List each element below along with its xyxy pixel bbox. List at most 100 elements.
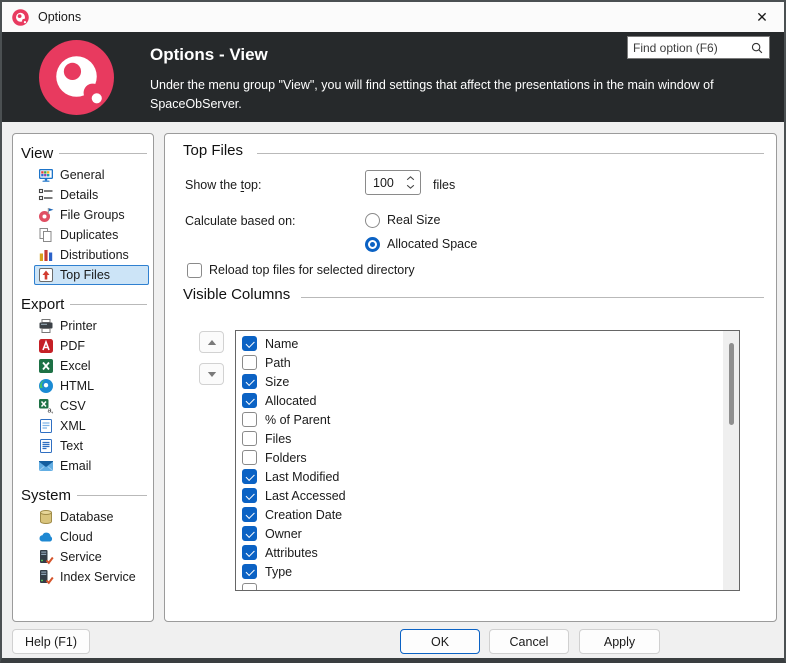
reload-top-files-checkbox[interactable]: Reload top files for selected directory <box>187 262 415 278</box>
details-list-icon <box>38 187 54 203</box>
options-dialog: Options ✕ Options - View Under the menu … <box>0 0 786 663</box>
sidebar-item-label: Email <box>60 459 91 473</box>
help-button[interactable]: Help (F1) <box>12 629 90 654</box>
column-label: Files <box>265 432 291 446</box>
calculate-radio-group: Real Size Allocated Space <box>365 211 477 253</box>
sidebar-item-email[interactable]: Email <box>34 456 149 476</box>
sidebar-item-details[interactable]: Details <box>34 185 149 205</box>
column-label: Last Accessed <box>265 489 346 503</box>
column-label: Owner <box>265 527 302 541</box>
column-row--of-parent[interactable]: % of Parent <box>242 410 739 429</box>
sidebar-item-html[interactable]: HTML <box>34 376 149 396</box>
excel-icon <box>38 358 54 374</box>
checkbox-icon <box>187 263 202 278</box>
checkbox-icon <box>242 355 257 370</box>
find-option-input[interactable] <box>628 41 750 55</box>
sidebar-item-general[interactable]: General <box>34 165 149 185</box>
sidebar-item-top-files[interactable]: Top Files <box>34 265 149 285</box>
sidebar-group-header: System <box>21 485 149 506</box>
radio-allocated-space[interactable]: Allocated Space <box>365 235 477 253</box>
search-icon[interactable] <box>750 41 764 55</box>
checkbox-icon <box>242 545 257 560</box>
column-label: Size <box>265 375 289 389</box>
checkbox-label: Reload top files for selected directory <box>209 263 415 277</box>
service-check-icon <box>38 549 54 565</box>
radio-real-size[interactable]: Real Size <box>365 211 477 229</box>
column-row-path[interactable]: Path <box>242 353 739 372</box>
index-service-check-icon <box>38 569 54 585</box>
sidebar-item-text[interactable]: Text <box>34 436 149 456</box>
sidebar-item-label: Excel <box>60 359 91 373</box>
checkbox-icon <box>242 393 257 408</box>
column-row-owner[interactable]: Owner <box>242 524 739 543</box>
sidebar-item-xml[interactable]: XML <box>34 416 149 436</box>
sidebar-item-label: PDF <box>60 339 85 353</box>
printer-icon <box>38 318 54 334</box>
column-row-name[interactable]: Name <box>242 334 739 353</box>
dialog-body: ViewGeneralDetailsFile GroupsDuplicatesD… <box>2 122 784 658</box>
triangle-up-icon <box>207 339 217 346</box>
checkbox-icon <box>242 526 257 541</box>
sidebar-item-csv[interactable]: a, CSV <box>34 396 149 416</box>
section-divider <box>257 153 764 154</box>
column-row-folders[interactable]: Folders <box>242 448 739 467</box>
ok-button[interactable]: OK <box>400 629 480 654</box>
sidebar-item-label: HTML <box>60 379 94 393</box>
sidebar-item-pdf[interactable]: PDF <box>34 336 149 356</box>
sidebar-item-file-groups[interactable]: File Groups <box>34 205 149 225</box>
sidebar-item-label: Duplicates <box>60 228 118 242</box>
visible-columns-list: NamePath Size Allocated % of Parent Files Fol… <box>235 330 740 591</box>
column-row-attributes[interactable]: Attributes <box>242 543 739 562</box>
sidebar-item-index-service[interactable]: Index Service <box>34 567 149 587</box>
column-label: Type <box>265 565 292 579</box>
group-divider-line <box>77 495 147 496</box>
sidebar-item-excel[interactable]: Excel <box>34 356 149 376</box>
move-column-down-button[interactable] <box>199 363 224 385</box>
move-column-up-button[interactable] <box>199 331 224 353</box>
column-row-last-modified[interactable]: Last Modified <box>242 467 739 486</box>
settings-panel: Top Files Show the top: 100 files Calcul… <box>164 133 777 622</box>
checkbox-icon <box>242 374 257 389</box>
close-icon[interactable]: ✕ <box>740 2 784 32</box>
column-row-files[interactable]: Files <box>242 429 739 448</box>
svg-text:a,: a, <box>48 406 54 415</box>
show-top-spinner[interactable]: 100 <box>365 170 421 195</box>
scrollbar-thumb[interactable] <box>729 343 734 425</box>
column-row-allocated[interactable]: Allocated <box>242 391 739 410</box>
apply-button[interactable]: Apply <box>579 629 660 654</box>
monitor-icon <box>38 167 54 183</box>
sidebar-group-label: Export <box>21 296 64 313</box>
column-row-last-accessed[interactable]: Last Accessed <box>242 486 739 505</box>
sidebar-item-label: CSV <box>60 399 86 413</box>
sidebar-item-service[interactable]: Service <box>34 547 149 567</box>
xml-document-icon <box>38 418 54 434</box>
spinner-up-icon[interactable] <box>406 176 415 181</box>
spinner-value: 100 <box>366 176 405 190</box>
sidebar-item-label: Index Service <box>60 570 136 584</box>
spinner-down-icon[interactable] <box>406 184 415 189</box>
sidebar-item-database[interactable]: Database <box>34 507 149 527</box>
sidebar-item-printer[interactable]: Printer <box>34 316 149 336</box>
database-icon <box>38 509 54 525</box>
list-scrollbar[interactable] <box>723 331 739 590</box>
column-row-type[interactable]: Type <box>242 562 739 581</box>
checkbox-icon <box>242 583 257 591</box>
triangle-down-icon <box>207 371 217 378</box>
sidebar-group-label: System <box>21 487 71 504</box>
sidebar-item-duplicates[interactable]: Duplicates <box>34 225 149 245</box>
column-row-creation-date[interactable]: Creation Date <box>242 505 739 524</box>
column-row-partial[interactable] <box>242 581 739 591</box>
sidebar-item-cloud[interactable]: Cloud <box>34 527 149 547</box>
sidebar-item-label: Cloud <box>60 530 93 544</box>
dialog-header: Options - View Under the menu group "Vie… <box>2 32 784 122</box>
column-label: % of Parent <box>265 413 330 427</box>
column-row-size[interactable]: Size <box>242 372 739 391</box>
page-description: Under the menu group "View", you will fi… <box>150 76 730 114</box>
calculate-based-on-label: Calculate based on: <box>185 214 296 228</box>
column-label: Last Modified <box>265 470 339 484</box>
sidebar-item-distributions[interactable]: Distributions <box>34 245 149 265</box>
sidebar-panel: ViewGeneralDetailsFile GroupsDuplicatesD… <box>12 133 154 622</box>
cancel-button[interactable]: Cancel <box>489 629 569 654</box>
file-groups-icon <box>38 207 54 223</box>
radio-label: Allocated Space <box>387 237 477 251</box>
